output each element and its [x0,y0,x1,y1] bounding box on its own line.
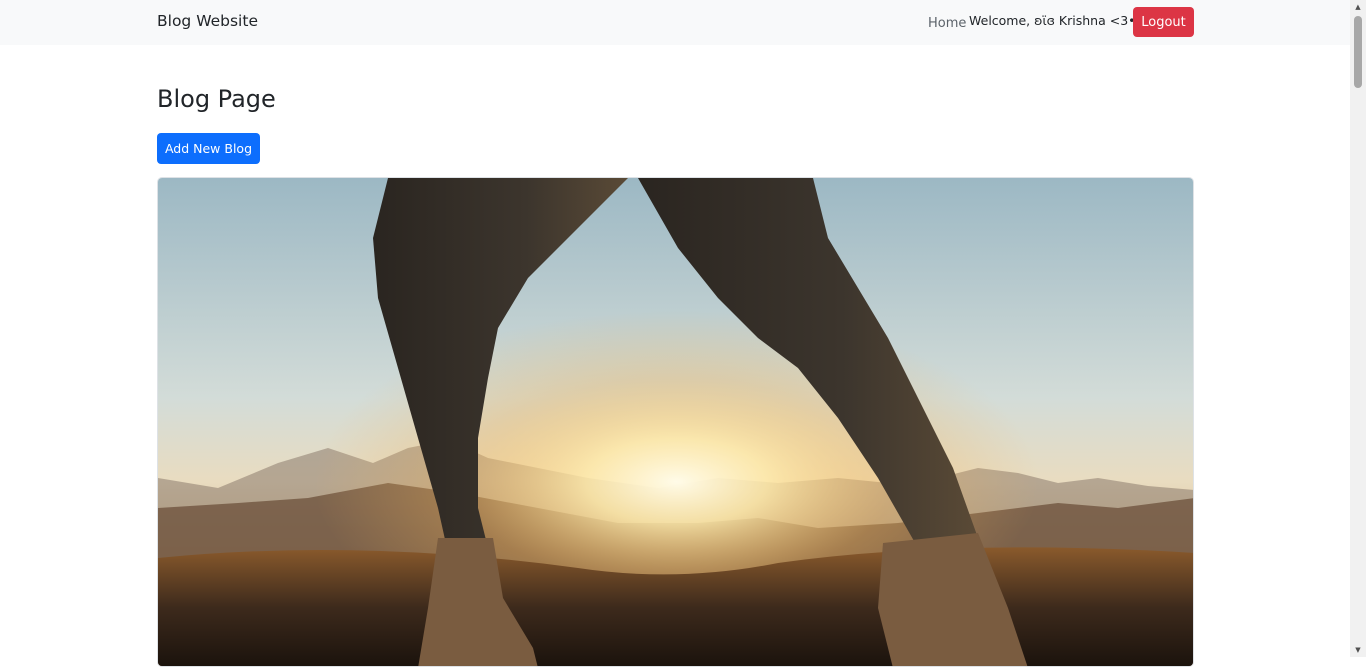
top-navbar: Blog Website Home Welcome, ʚϊɞ Krishna <… [0,0,1350,45]
scrollbar-thumb[interactable] [1354,16,1362,88]
scroll-up-arrow-icon[interactable]: ▲ [1350,0,1366,14]
vertical-scrollbar[interactable]: ▲ ▼ [1350,0,1366,657]
welcome-message: Welcome, ʚϊɞ Krishna <3•°✧! [969,13,1158,28]
blog-card [157,177,1194,667]
add-new-blog-button[interactable]: Add New Blog [157,133,260,164]
blog-image[interactable] [158,178,1194,667]
scroll-down-arrow-icon[interactable]: ▼ [1350,643,1366,657]
page-title: Blog Page [157,85,276,113]
nav-home-link[interactable]: Home [928,16,966,31]
logout-button[interactable]: Logout [1133,7,1194,37]
brand-link[interactable]: Blog Website [157,12,258,30]
